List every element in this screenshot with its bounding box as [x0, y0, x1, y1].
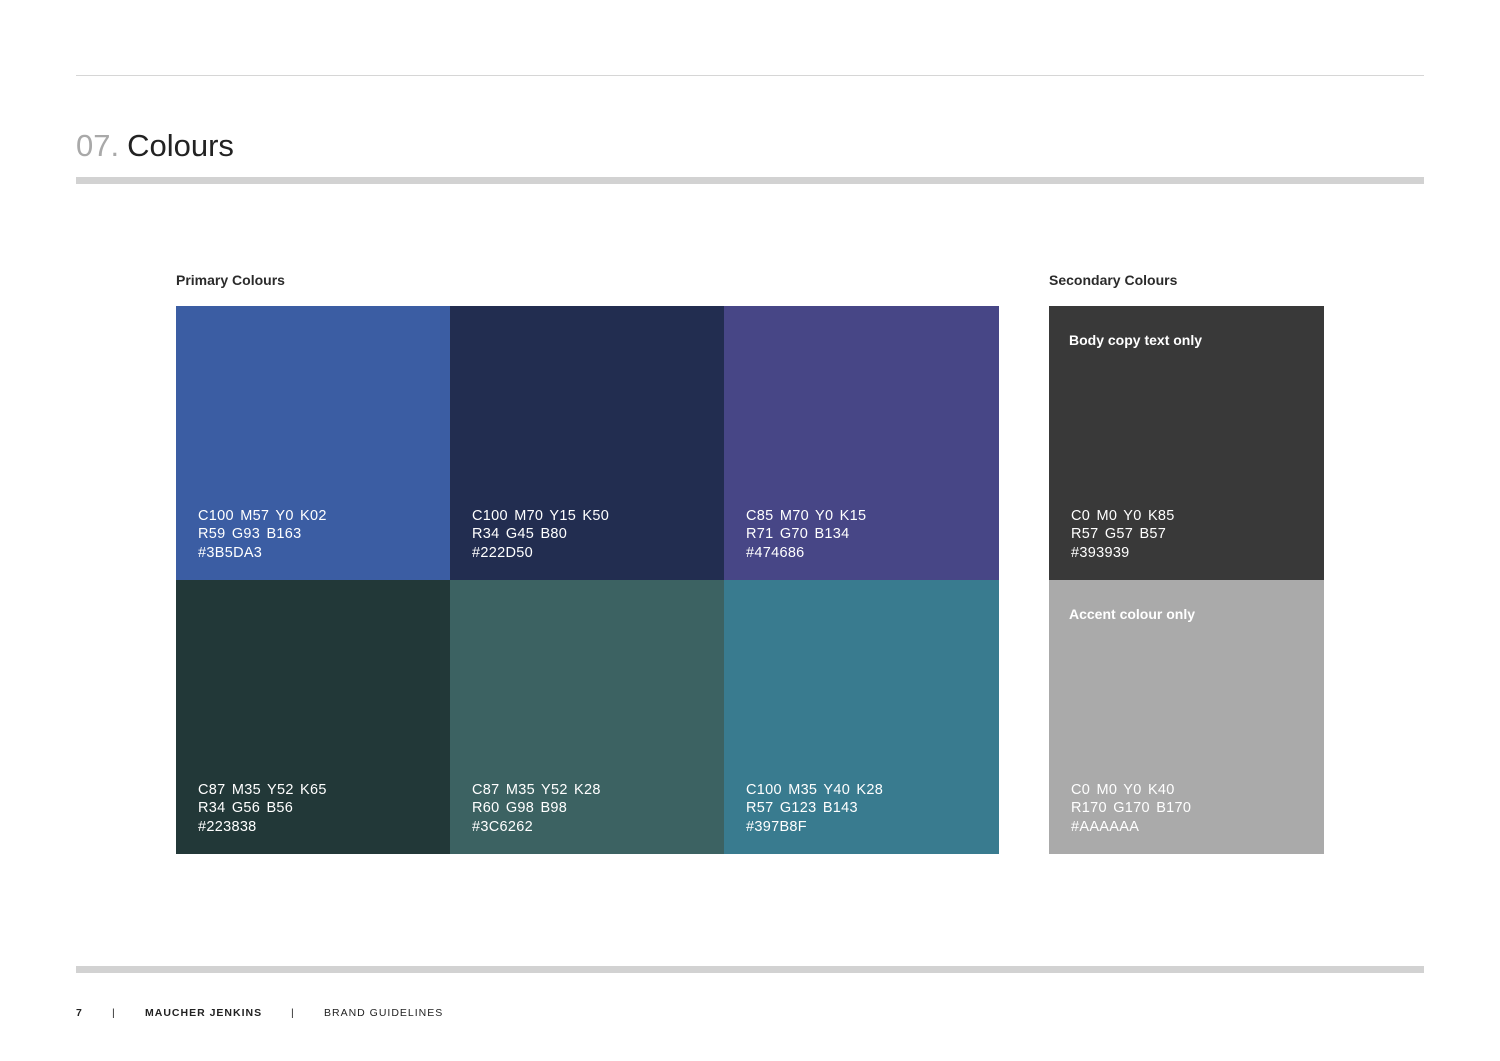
page-number: 7: [76, 1007, 83, 1019]
cmyk-value: C100 M70 Y15 K50: [472, 507, 610, 524]
hex-value: #223838: [198, 818, 257, 835]
top-divider: [76, 75, 1424, 76]
hex-value: #397B8F: [746, 818, 807, 835]
cmyk-value: C100 M35 Y40 K28: [746, 781, 884, 798]
rgb-value: R59 G93 B163: [198, 526, 302, 543]
rgb-value: R34 G56 B56: [198, 800, 294, 817]
title-underline: [76, 177, 1424, 184]
hex-value: #222D50: [472, 544, 533, 561]
rgb-value: R57 G57 B57: [1071, 526, 1167, 543]
cmyk-value: C100 M57 Y0 K02: [198, 507, 327, 524]
primary-swatch-dark-green: C87 M35 Y52 K65 R34 G56 B56 #223838: [176, 580, 450, 854]
hex-value: #393939: [1071, 544, 1130, 561]
section-number: 07.: [76, 128, 120, 163]
rgb-value: R34 G45 B80: [472, 526, 568, 543]
cmyk-value: C0 M0 Y0 K40: [1071, 781, 1175, 798]
cmyk-value: C87 M35 Y52 K65: [198, 781, 327, 798]
cmyk-value: C85 M70 Y0 K15: [746, 507, 867, 524]
footer-divider: [76, 966, 1424, 973]
hex-value: #3C6262: [472, 818, 533, 835]
secondary-swatch-light-grey: Accent colour only C0 M0 Y0 K40 R170 G17…: [1049, 580, 1324, 854]
rgb-value: R57 G123 B143: [746, 800, 858, 817]
cmyk-value: C0 M0 Y0 K85: [1071, 507, 1175, 524]
primary-swatch-blue: C100 M57 Y0 K02 R59 G93 B163 #3B5DA3: [176, 306, 450, 580]
document-title: BRAND GUIDELINES: [324, 1007, 444, 1019]
primary-swatch-teal: C100 M35 Y40 K28 R57 G123 B143 #397B8F: [724, 580, 999, 854]
secondary-swatch-dark-grey: Body copy text only C0 M0 Y0 K85 R57 G57…: [1049, 306, 1324, 580]
primary-swatch-purple: C85 M70 Y0 K15 R71 G70 B134 #474686: [724, 306, 999, 580]
primary-colours-label: Primary Colours: [176, 272, 285, 288]
rgb-value: R60 G98 B98: [472, 800, 568, 817]
footer-separator: |: [291, 1007, 295, 1019]
rgb-value: R170 G170 B170: [1071, 800, 1192, 817]
hex-value: #474686: [746, 544, 805, 561]
usage-note: Body copy text only: [1069, 332, 1203, 348]
usage-note: Accent colour only: [1069, 606, 1196, 622]
primary-swatch-green: C87 M35 Y52 K28 R60 G98 B98 #3C6262: [450, 580, 724, 854]
rgb-value: R71 G70 B134: [746, 526, 850, 543]
company-name: MAUCHER JENKINS: [145, 1007, 263, 1019]
cmyk-value: C87 M35 Y52 K28: [472, 781, 601, 798]
section-title: Colours: [127, 128, 234, 163]
secondary-colours-label: Secondary Colours: [1049, 272, 1178, 288]
footer-separator: |: [112, 1007, 116, 1019]
primary-swatch-navy: C100 M70 Y15 K50 R34 G45 B80 #222D50: [450, 306, 724, 580]
hex-value: #3B5DA3: [198, 544, 263, 561]
hex-value: #AAAAAA: [1071, 818, 1140, 835]
page-title: 07. Colours: [76, 126, 234, 166]
